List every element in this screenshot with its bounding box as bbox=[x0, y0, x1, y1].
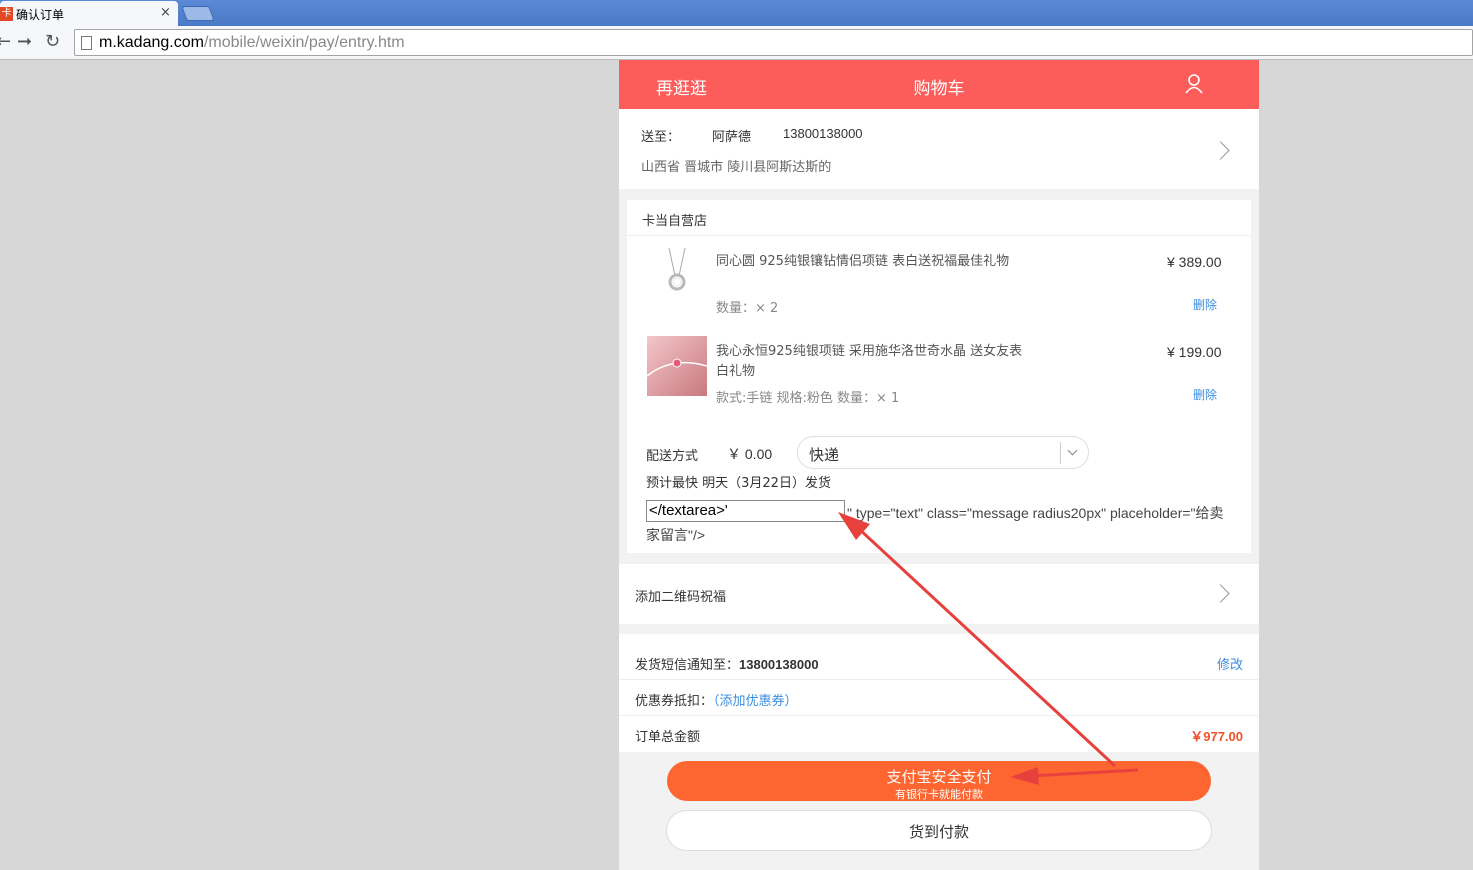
edit-phone-link[interactable]: 修改 bbox=[1217, 654, 1243, 673]
total-label: 订单总金额 bbox=[635, 730, 701, 745]
qr-blessing-label: 添加二维码祝福 bbox=[635, 590, 727, 605]
ship-to-label: 送至： bbox=[641, 130, 681, 145]
sms-phone: 13800138000 bbox=[739, 657, 819, 672]
url-host: m.kadang.com bbox=[99, 34, 204, 51]
alipay-subtitle: 有银行卡就能付款 bbox=[895, 788, 983, 801]
select-separator bbox=[1060, 442, 1061, 464]
delivery-address[interactable]: 送至： 阿萨德 13800138000 山西省 晋城市 陵川县阿斯达斯的 bbox=[619, 109, 1259, 189]
recipient-name: 阿萨德 bbox=[712, 130, 752, 145]
forward-arrow-icon[interactable]: ➞ bbox=[17, 32, 32, 52]
coupon-label: 优惠券抵扣： bbox=[635, 694, 714, 709]
delete-item-button[interactable]: 删除 bbox=[1193, 386, 1217, 403]
shipping-method-value: 快递 bbox=[809, 446, 840, 464]
sms-label: 发货短信通知至： bbox=[635, 658, 740, 673]
add-coupon-link[interactable]: （添加优惠券） bbox=[713, 694, 798, 709]
coupon-row: 优惠券抵扣：（添加优惠券） bbox=[619, 680, 1259, 716]
new-tab-button[interactable] bbox=[181, 6, 215, 21]
user-icon[interactable] bbox=[1184, 73, 1204, 95]
item-quantity: 数量：× 2 bbox=[716, 301, 779, 316]
mobile-page: 再逛逛 购物车 送至： 阿萨德 13800138000 山西省 晋城市 陵川县阿… bbox=[619, 60, 1259, 870]
chevron-down-icon bbox=[1067, 445, 1078, 456]
chevron-right-icon bbox=[1211, 584, 1230, 603]
browser-tab-strip: 卡 确认订单 × bbox=[0, 0, 1473, 27]
address-bar[interactable]: m.kadang.com/mobile/weixin/pay/entry.htm bbox=[74, 29, 1473, 56]
shipping-fee: ￥ 0.00 bbox=[727, 446, 773, 462]
coupon: 优惠券抵扣：（添加优惠券） bbox=[635, 690, 798, 709]
alipay-title: 支付宝安全支付 bbox=[886, 768, 992, 786]
cod-label: 货到付款 bbox=[908, 823, 969, 841]
order-summary: 发货短信通知至：13800138000 修改 优惠券抵扣：（添加优惠券） 订单总… bbox=[619, 634, 1259, 752]
recipient-phone: 13800138000 bbox=[783, 126, 863, 141]
necklace-thumbnail bbox=[647, 246, 707, 306]
item-name[interactable]: 同心圆 925纯银镶钻情侣项链 表白送祝福最佳礼物 bbox=[716, 252, 1026, 272]
seller-message-input[interactable]: </textarea>' bbox=[646, 500, 845, 522]
item-name[interactable]: 我心永恒925纯银项链 采用施华洛世奇水晶 送女友表白礼物 bbox=[716, 342, 1026, 382]
item-spec: 款式:手链 规格:粉色 数量：× 1 bbox=[716, 391, 900, 406]
sms-notice: 发货短信通知至：13800138000 bbox=[635, 654, 819, 673]
back-arrow-icon[interactable]: ← bbox=[0, 32, 11, 52]
shop-section: 卡当自营店 同心圆 925纯银镶钻情侣项链 表白送祝福最佳礼物 数量：× 2 ¥… bbox=[627, 200, 1251, 553]
bracelet-thumbnail bbox=[647, 336, 707, 396]
address-detail: 山西省 晋城市 陵川县阿斯达斯的 bbox=[641, 160, 832, 175]
page-title: 购物车 bbox=[913, 79, 965, 99]
cart-item: 同心圆 925纯银镶钻情侣项链 表白送祝福最佳礼物 数量：× 2 ¥ 389.0… bbox=[627, 246, 1251, 326]
tab-title: 确认订单 bbox=[16, 8, 65, 22]
site-favicon-icon: 卡 bbox=[0, 7, 13, 21]
tab-close-icon[interactable]: × bbox=[160, 5, 171, 20]
shop-name: 卡当自营店 bbox=[642, 214, 708, 229]
shipping-label: 配送方式 bbox=[646, 449, 699, 464]
item-price: ¥ 199.00 bbox=[1167, 344, 1222, 360]
message-input-value: </textarea>' bbox=[649, 502, 728, 519]
top-bar: 再逛逛 购物车 bbox=[619, 60, 1259, 109]
alipay-pay-button[interactable]: 支付宝安全支付 有银行卡就能付款 bbox=[667, 761, 1211, 801]
url-path: /mobile/weixin/pay/entry.htm bbox=[203, 34, 405, 51]
page-icon bbox=[81, 36, 92, 50]
delete-item-button[interactable]: 删除 bbox=[1193, 296, 1217, 313]
total-amount: ￥977.00 bbox=[1190, 729, 1243, 744]
delivery-estimate: 预计最快 明天（3月22日）发货 bbox=[646, 476, 831, 491]
chevron-right-icon bbox=[1211, 141, 1230, 160]
shipping-method-select[interactable]: 快递 bbox=[797, 436, 1089, 469]
url-text[interactable]: m.kadang.com/mobile/weixin/pay/entry.htm bbox=[99, 34, 405, 52]
cart-item: 我心永恒925纯银项链 采用施华洛世奇水晶 送女友表白礼物 款式:手链 规格:粉… bbox=[627, 336, 1251, 416]
divider bbox=[627, 235, 1251, 236]
sms-notice-row: 发货短信通知至：13800138000 修改 bbox=[619, 644, 1259, 680]
qr-blessing-row[interactable]: 添加二维码祝福 bbox=[619, 564, 1259, 624]
reload-icon[interactable]: ↻ bbox=[45, 32, 60, 52]
cash-on-delivery-button[interactable]: 货到付款 bbox=[666, 810, 1212, 851]
item-price: ¥ 389.00 bbox=[1167, 254, 1222, 270]
browser-tab[interactable]: 卡 确认订单 × bbox=[0, 1, 178, 27]
browser-toolbar: ← ➞ ↻ m.kadang.com/mobile/weixin/pay/ent… bbox=[0, 26, 1473, 60]
total-row: 订单总金额 ￥977.00 bbox=[619, 716, 1259, 752]
